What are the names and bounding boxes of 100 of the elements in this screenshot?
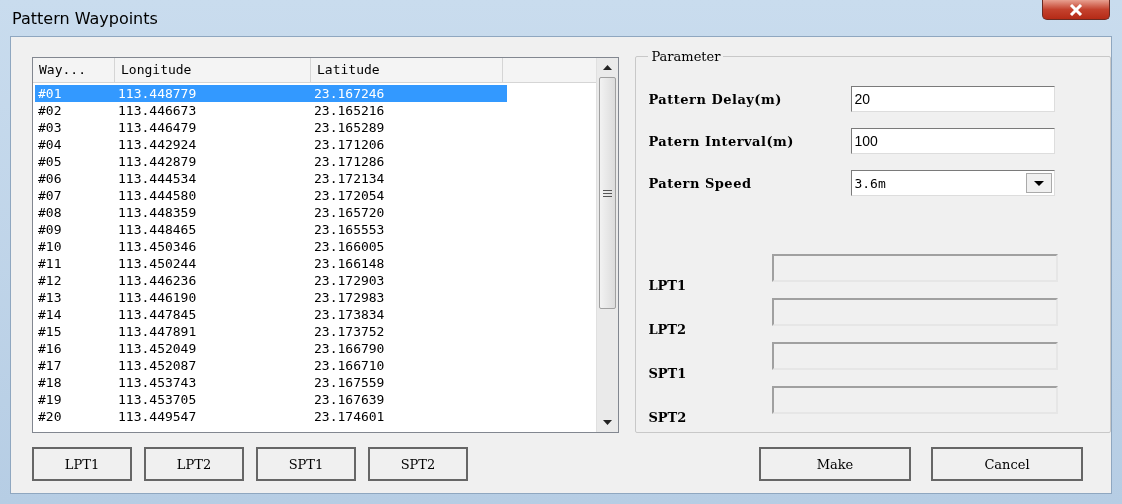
table-cell-text: #07 <box>37 187 63 204</box>
table-cell-text: #17 <box>37 357 63 374</box>
table-cell-text: 113.448465 <box>117 221 198 238</box>
table-cell-text: 23.166148 <box>313 255 386 272</box>
close-icon <box>1069 3 1083 16</box>
table-cell-text: #14 <box>37 306 63 323</box>
field-label: LPT1 <box>648 278 688 294</box>
table-cell-text: 113.453705 <box>117 391 198 408</box>
table-cell-text: 113.446673 <box>117 102 198 119</box>
table-cell-text: 23.172903 <box>313 272 386 289</box>
table-cell-text: 113.447845 <box>117 306 198 323</box>
waypoint-row[interactable]: #12 113.446236 23.172903 <box>35 272 507 289</box>
table-cell-text: #04 <box>37 136 63 153</box>
table-cell-text: #09 <box>37 221 63 238</box>
table-cell-text: 113.442924 <box>117 136 198 153</box>
field-label: SPT1 <box>648 366 688 382</box>
field-label: Patern Speed <box>648 175 753 191</box>
table-cell-text: #15 <box>37 323 63 340</box>
waypoint-row[interactable]: #08 113.448359 23.165720 <box>35 204 507 221</box>
table-cell-text: #01 <box>37 85 63 102</box>
waypoint-row[interactable]: #14 113.447845 23.173834 <box>35 306 507 323</box>
waypoint-row[interactable]: #19 113.453705 23.167639 <box>35 391 507 408</box>
action-button[interactable]: Make <box>759 447 911 481</box>
table-cell-text: #10 <box>37 238 63 255</box>
table-cell-text: #16 <box>37 340 63 357</box>
table-cell-text: 23.165289 <box>313 119 386 136</box>
waypoint-row[interactable]: #06 113.444534 23.172134 <box>35 170 507 187</box>
table-cell-text: 23.167246 <box>313 85 386 102</box>
table-cell-text: 23.172134 <box>313 170 386 187</box>
table-cell-text: 23.173752 <box>313 323 386 340</box>
table-cell-text: #18 <box>37 374 63 391</box>
table-cell-text: 23.166005 <box>313 238 386 255</box>
scroll-down-icon[interactable] <box>603 420 613 425</box>
waypoint-row[interactable]: #11 113.450244 23.166148 <box>35 255 507 272</box>
table-cell-text: 23.171206 <box>313 136 386 153</box>
column-header[interactable]: Way... <box>33 58 115 82</box>
table-cell-text: 113.449547 <box>117 408 198 425</box>
input-field[interactable]: 20 <box>851 86 1056 112</box>
table-cell-text: #08 <box>37 204 63 221</box>
table-cell-text: #20 <box>37 408 63 425</box>
table-cell-text: 113.450346 <box>117 238 198 255</box>
table-cell-text: 23.167639 <box>313 391 386 408</box>
point-button[interactable]: SPT2 <box>368 447 468 481</box>
table-cell-text: 113.450244 <box>117 255 198 272</box>
table-cell-text: 113.448779 <box>117 85 198 102</box>
table-cell-text: 113.446479 <box>117 119 198 136</box>
table-cell-text: 23.173834 <box>313 306 386 323</box>
field-label: Patern Interval(m) <box>648 133 796 149</box>
table-cell-text: 23.165720 <box>313 204 386 221</box>
table-cell-text: #02 <box>37 102 63 119</box>
point-button[interactable]: LPT2 <box>144 447 244 481</box>
waypoint-row[interactable]: #13 113.446190 23.172983 <box>35 289 507 306</box>
table-cell-text: 113.453743 <box>117 374 198 391</box>
caret-icon <box>1034 180 1045 186</box>
scrollbar[interactable] <box>596 58 619 432</box>
table-cell-text: 113.444534 <box>117 170 198 187</box>
waypoint-row[interactable]: #17 113.452087 23.166710 <box>35 357 507 374</box>
waypoint-row[interactable]: #04 113.442924 23.171206 <box>35 136 507 153</box>
point-button[interactable]: SPT1 <box>256 447 356 481</box>
table-cell-text: 23.171286 <box>313 153 386 170</box>
table-cell-text: 23.172983 <box>313 289 386 306</box>
waypoint-row[interactable]: #10 113.450346 23.166005 <box>35 238 507 255</box>
table-cell-text: #06 <box>37 170 63 187</box>
table-cell-text: #13 <box>37 289 63 306</box>
table-cell-text: 23.165553 <box>313 221 386 238</box>
column-header[interactable]: Longitude <box>115 58 311 82</box>
table-cell-text: 23.172054 <box>313 187 386 204</box>
waypoint-row[interactable]: #07 113.444580 23.172054 <box>35 187 507 204</box>
point-button[interactable]: LPT1 <box>32 447 132 481</box>
speed-dropdown[interactable]: 3.6m <box>851 170 1056 196</box>
close-button[interactable] <box>1042 0 1110 20</box>
table-cell-text: 113.452087 <box>117 357 198 374</box>
waypoint-row[interactable]: #16 113.452049 23.166790 <box>35 340 507 357</box>
table-cell-text: #19 <box>37 391 63 408</box>
table-cell-text: #03 <box>37 119 63 136</box>
table-cell-text: 113.444580 <box>117 187 198 204</box>
field-label: Pattern Delay(m) <box>648 91 783 107</box>
table-cell-text: 23.166790 <box>313 340 386 357</box>
action-button[interactable]: Cancel <box>931 447 1083 481</box>
input-field[interactable]: 100 <box>851 128 1056 154</box>
table-cell-text: 23.165216 <box>313 102 386 119</box>
table-cell-text: 113.446190 <box>117 289 198 306</box>
waypoint-row[interactable]: #09 113.448465 23.165553 <box>35 221 507 238</box>
waypoint-row[interactable]: #20 113.449547 23.174601 <box>35 408 507 425</box>
scroll-thumb[interactable] <box>599 77 617 309</box>
waypoint-row[interactable]: #15 113.447891 23.173752 <box>35 323 507 340</box>
waypoint-row[interactable]: #03 113.446479 23.165289 <box>35 119 507 136</box>
table-cell-text: 113.452049 <box>117 340 198 357</box>
table-cell-text: 113.448359 <box>117 204 198 221</box>
table-cell-text: 113.446236 <box>117 272 198 289</box>
table-cell-text: #11 <box>37 255 63 272</box>
table-cell-text: #05 <box>37 153 63 170</box>
column-header[interactable]: Latitude <box>311 58 503 82</box>
scroll-up-icon[interactable] <box>603 65 613 70</box>
waypoint-row[interactable]: #05 113.442879 23.171286 <box>35 153 507 170</box>
waypoint-row[interactable]: #02 113.446673 23.165216 <box>35 102 507 119</box>
table-cell-text: 113.442879 <box>117 153 198 170</box>
table-cell-text: 23.167559 <box>313 374 386 391</box>
group-title: Parameter <box>650 49 722 64</box>
waypoint-row[interactable]: #18 113.453743 23.167559 <box>35 374 507 391</box>
